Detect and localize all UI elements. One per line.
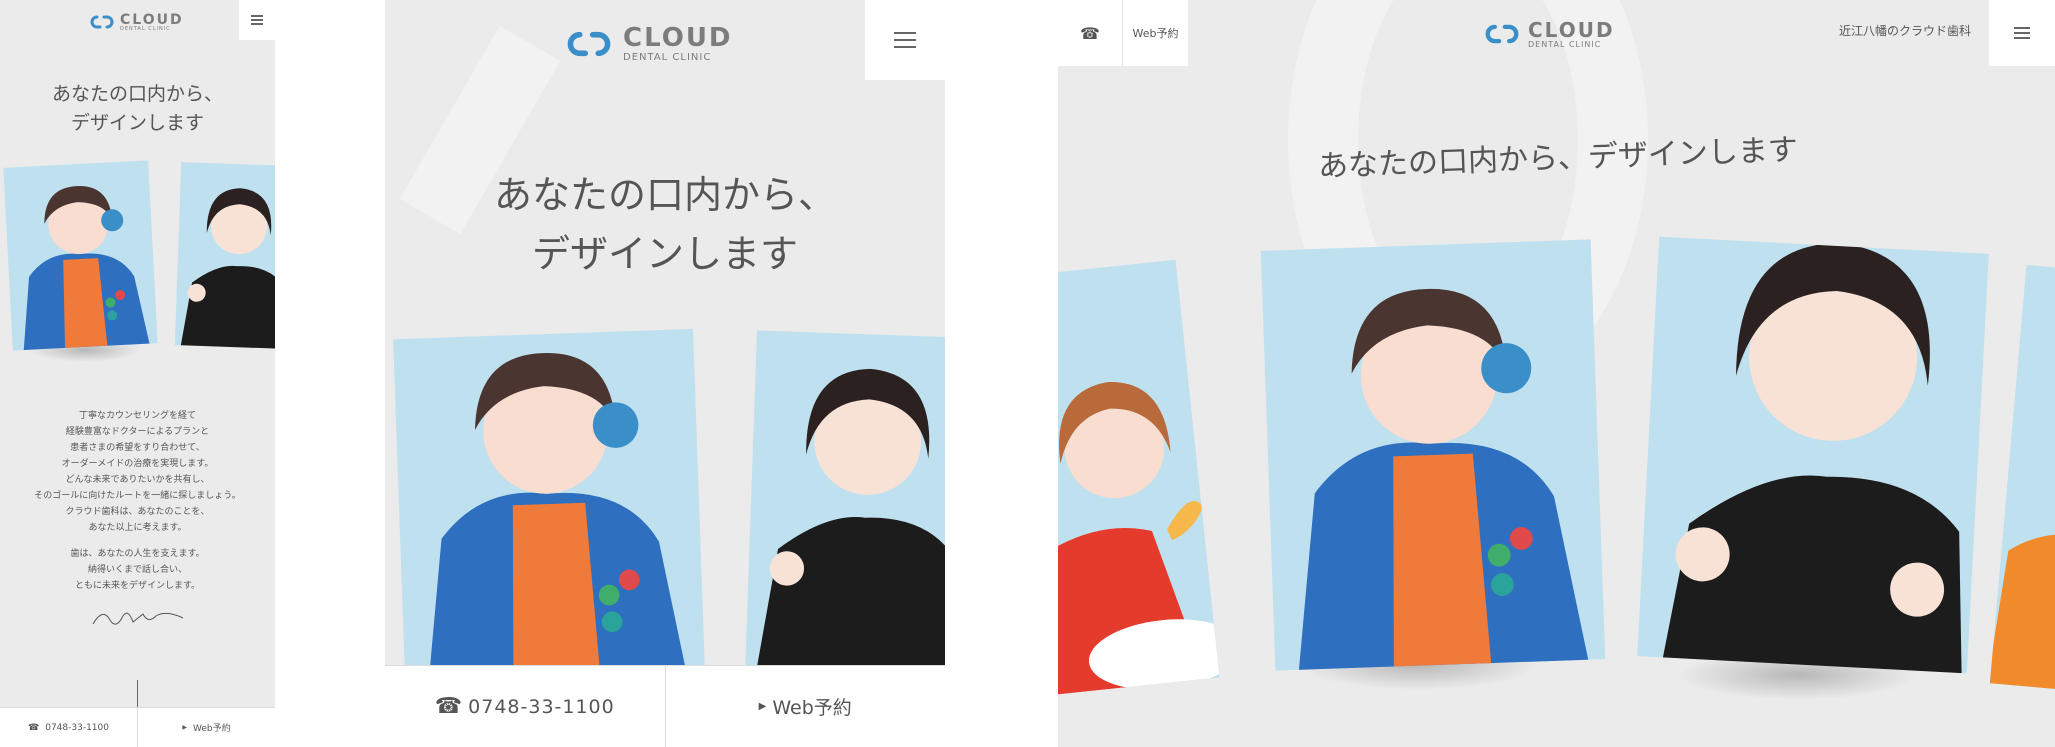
- web-reserve-button[interactable]: ▶ Web予約: [138, 708, 275, 747]
- logo-sub-text: DENTAL CLINIC: [120, 25, 171, 32]
- triangle-right-icon: ▶: [182, 724, 187, 731]
- character-card-partial: [1989, 264, 2055, 692]
- menu-button[interactable]: [865, 0, 945, 80]
- mobile-narrow-view: CLOUD DENTAL CLINIC あなたの口内から、 デザインします 丁寧…: [0, 0, 275, 747]
- web-reserve-button[interactable]: ▶ Web予約: [666, 666, 946, 747]
- web-reserve-label: Web予約: [772, 697, 852, 719]
- headline-line-1: あなたの口内から、: [51, 83, 223, 105]
- intro-line: そのゴールに向けたルートを一緒に探しましょう。: [34, 491, 241, 501]
- web-reserve-label: Web予約: [1132, 27, 1179, 40]
- phone-number: 0748-33-1100: [468, 695, 615, 718]
- logo-sub-text: DENTAL CLINIC: [623, 52, 712, 63]
- character-card-boy: [3, 160, 158, 351]
- phone-number: 0748-33-1100: [45, 722, 109, 733]
- intro-line: オーダーメイドの治療を実現します。: [61, 459, 214, 469]
- headline-line-1: あなたの口内から、: [493, 173, 836, 217]
- character-illustration-red-dress: [1058, 382, 1220, 697]
- intro-line: 丁寧なカウンセリングを経て: [78, 411, 196, 421]
- menu-button[interactable]: [239, 0, 275, 40]
- scroll-indicator-line: [137, 680, 138, 707]
- web-reserve-label: Web予約: [193, 724, 231, 734]
- menu-button[interactable]: [1989, 0, 2055, 66]
- character-card-boy: [1260, 239, 1606, 671]
- intro-line: クラウド歯科は、あなたのことを、: [65, 507, 210, 517]
- web-reserve-button[interactable]: Web予約: [1123, 0, 1188, 66]
- headline: あなたの口内から、 デザインします: [0, 80, 275, 139]
- logo[interactable]: CLOUD DENTAL CLINIC: [1482, 18, 1615, 50]
- logo[interactable]: CLOUD DENTAL CLINIC: [563, 24, 733, 64]
- character-illustration-black-shirt: [754, 368, 945, 678]
- phone-icon: ☎: [434, 694, 463, 719]
- logo-main-text: CLOUD: [623, 23, 733, 53]
- phone-button[interactable]: ☎: [1058, 0, 1123, 66]
- intro-line: 経験豊富なドクターによるプランと: [65, 427, 210, 437]
- intro-line: 歯は、あなたの人生を支えます。: [70, 549, 205, 559]
- character-illustration-black-shirt: [1648, 243, 1963, 674]
- headline: あなたの口内から、 デザインします: [385, 166, 945, 284]
- bottom-contact-bar: ☎ 0748-33-1100 ▶ Web予約: [385, 665, 945, 747]
- phone-icon: ☎: [1080, 23, 1100, 43]
- character-card-girl: [1637, 236, 1989, 674]
- triangle-right-icon: ▶: [758, 701, 767, 712]
- cloud-logo-icon: [90, 15, 114, 29]
- signature-image: [92, 612, 184, 625]
- character-card-girl: [745, 330, 945, 678]
- cloud-logo-icon: [567, 31, 611, 57]
- intro-line: 納得いくまで話し合い、: [87, 565, 187, 575]
- character-illustration-black-shirt: [179, 188, 275, 349]
- character-illustration-blue-hoodie: [23, 186, 152, 351]
- headline-line-2: デザインします: [70, 112, 204, 135]
- logo-main-text: CLOUD: [1528, 17, 1615, 42]
- character-card-girl: [174, 162, 275, 349]
- intro-text-2: 歯は、あなたの人生を支えます。 納得いくまで話し合い、 ともに未来をデザインしま…: [0, 546, 275, 594]
- intro-text: 丁寧なカウンセリングを経て 経験豊富なドクターによるプランと 患者さまの希望をす…: [0, 408, 275, 536]
- intro-line: 患者さまの希望をすり合わせて、: [70, 443, 205, 453]
- hamburger-icon: [894, 32, 916, 48]
- logo-main-text: CLOUD: [120, 11, 184, 28]
- phone-icon: ☎: [28, 722, 40, 733]
- phone-button[interactable]: ☎ 0748-33-1100: [0, 708, 138, 747]
- logo-sub-text: DENTAL CLINIC: [1528, 39, 1602, 49]
- intro-line: どんな未来でありたいかを共有し、: [65, 475, 210, 485]
- headline-line-2: デザインします: [531, 231, 798, 276]
- character-card-angel: [1058, 259, 1220, 697]
- hamburger-icon: [2014, 27, 2030, 39]
- hamburger-icon: [251, 15, 263, 25]
- bottom-contact-bar: ☎ 0748-33-1100 ▶ Web予約: [0, 707, 275, 747]
- phone-button[interactable]: ☎ 0748-33-1100: [385, 666, 666, 747]
- intro-line: ともに未来をデザインします。: [74, 581, 201, 591]
- character-illustration-blue-hoodie: [1298, 288, 1590, 671]
- character-card-boy: [393, 328, 705, 680]
- clinic-tagline: 近江八幡のクラウド歯科: [1838, 24, 1971, 38]
- character-illustration-blue-hoodie: [426, 353, 692, 680]
- intro-line: あなた以上に考えます。: [88, 523, 187, 533]
- mobile-view: CLOUD DENTAL CLINIC あなたの口内から、 デザインします ☎ …: [385, 0, 945, 747]
- logo[interactable]: CLOUD DENTAL CLINIC: [88, 12, 184, 32]
- desktop-view: ☎ Web予約 CLOUD DENTAL CLINIC 近江八幡のクラウド歯科 …: [1058, 0, 2055, 747]
- cloud-logo-icon: [1485, 24, 1519, 44]
- character-illustration-orange-shirt: [1989, 534, 2055, 692]
